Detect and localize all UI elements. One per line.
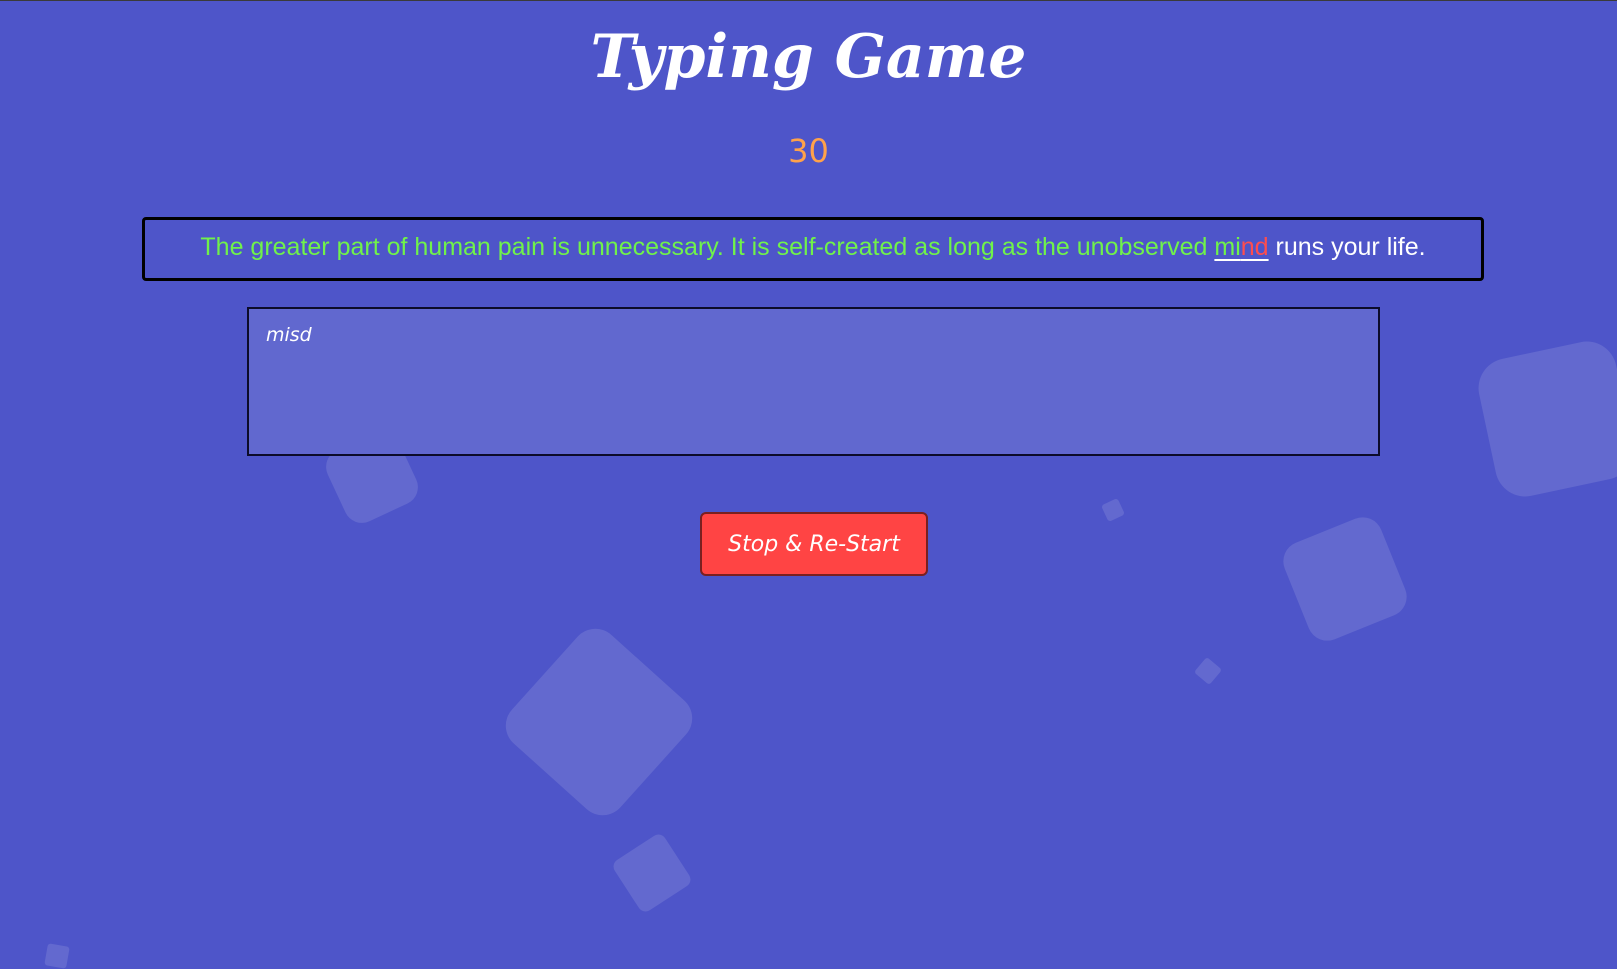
background-square xyxy=(495,618,703,826)
typed-correct-text: The greater part of human pain is unnece… xyxy=(200,233,1215,261)
background-square xyxy=(1277,511,1413,647)
background-square xyxy=(1472,335,1617,503)
typing-input[interactable]: misd xyxy=(247,307,1380,456)
quote-display: The greater part of human pain is unnece… xyxy=(142,217,1484,281)
game-title: Typing Game xyxy=(590,22,1027,92)
current-word-incorrect-letters: nd xyxy=(1240,233,1269,261)
remaining-text: runs your life. xyxy=(1268,233,1426,261)
stop-restart-button[interactable]: Stop & Re-Start xyxy=(700,512,928,576)
background-square xyxy=(610,831,694,915)
current-word-correct-letters: mi xyxy=(1214,233,1241,261)
background-square xyxy=(1193,656,1223,686)
countdown-timer: 30 xyxy=(788,132,829,170)
background-square xyxy=(44,943,70,969)
background-square xyxy=(1101,498,1125,522)
current-word: mind xyxy=(1214,233,1268,261)
